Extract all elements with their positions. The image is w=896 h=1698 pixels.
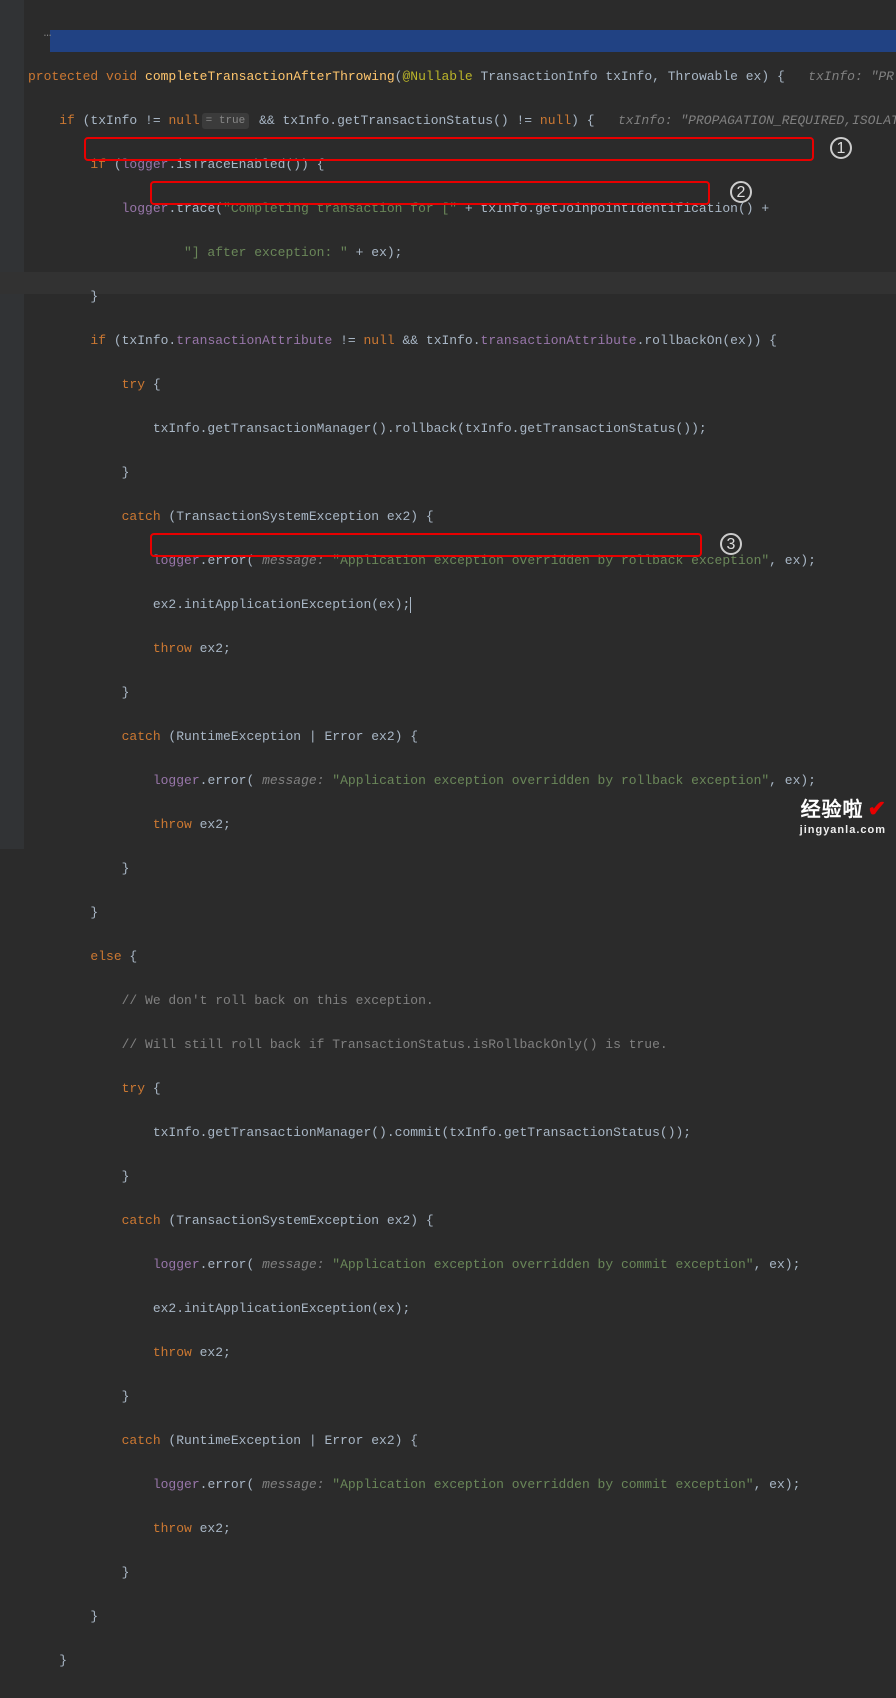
code-line[interactable]: logger.trace("Completing transaction for…	[24, 198, 896, 220]
code-line[interactable]: ex2.initApplicationException(ex);	[24, 594, 896, 616]
code-line[interactable]: try {	[24, 374, 896, 396]
code-line[interactable]: throw ex2;	[24, 1518, 896, 1540]
code-line[interactable]: "] after exception: " + ex);	[24, 242, 896, 264]
code-line[interactable]: logger.error( message: "Application exce…	[24, 550, 896, 572]
gutter	[0, 0, 24, 849]
inlay-hint: = true	[202, 113, 250, 129]
code-line[interactable]: logger.error( message: "Application exce…	[24, 1254, 896, 1276]
code-line[interactable]: logger.error( message: "Application exce…	[24, 770, 896, 792]
code-line[interactable]: if (txInfo != null= true && txInfo.getTr…	[24, 110, 896, 132]
code-line[interactable]: protected void completeTransactionAfterT…	[24, 66, 896, 88]
code-line[interactable]: if (logger.isTraceEnabled()) {	[24, 154, 896, 176]
code-line[interactable]: }	[24, 286, 896, 308]
code-line[interactable]: txInfo.getTransactionManager().commit(tx…	[24, 1122, 896, 1144]
code-line[interactable]: }	[24, 902, 896, 924]
code-line[interactable]: }	[24, 1386, 896, 1408]
code-line[interactable]: throw ex2;	[24, 814, 896, 836]
code-line[interactable]: logger.error( message: "Application exce…	[24, 1474, 896, 1496]
inlay-hint: txInfo: "PROPAGATION_REQUIRED,ISOLAT	[618, 113, 896, 128]
code-editor[interactable]: … protected void completeTransactionAfte…	[24, 0, 896, 849]
text-caret	[410, 597, 411, 613]
code-line[interactable]: // We don't roll back on this exception.	[24, 990, 896, 1012]
code-line[interactable]: txInfo.getTransactionManager().rollback(…	[24, 418, 896, 440]
fold-ellipsis: …	[28, 25, 51, 40]
code-line[interactable]: throw ex2;	[24, 1342, 896, 1364]
code-line[interactable]: try {	[24, 1078, 896, 1100]
code-line[interactable]: }	[24, 682, 896, 704]
code-line[interactable]: catch (RuntimeException | Error ex2) {	[24, 726, 896, 748]
code-line[interactable]: else {	[24, 946, 896, 968]
code-line[interactable]: }	[24, 858, 896, 880]
code-line[interactable]: }	[24, 1606, 896, 1628]
code-line[interactable]: }	[24, 1562, 896, 1584]
code-line[interactable]: // Will still roll back if TransactionSt…	[24, 1034, 896, 1056]
inlay-hint: txInfo: "PR	[808, 69, 894, 84]
code-line[interactable]: }	[24, 1650, 896, 1672]
code-line[interactable]: catch (RuntimeException | Error ex2) {	[24, 1430, 896, 1452]
code-line[interactable]: }	[24, 462, 896, 484]
code-line[interactable]: }	[24, 1694, 896, 1698]
code-line[interactable]: }	[24, 1166, 896, 1188]
code-line[interactable]: throw ex2;	[24, 638, 896, 660]
code-line[interactable]: ex2.initApplicationException(ex);	[24, 1298, 896, 1320]
code-line[interactable]: if (txInfo.transactionAttribute != null …	[24, 330, 896, 352]
code-line[interactable]: catch (TransactionSystemException ex2) {	[24, 1210, 896, 1232]
code-line[interactable]: catch (TransactionSystemException ex2) {	[24, 506, 896, 528]
